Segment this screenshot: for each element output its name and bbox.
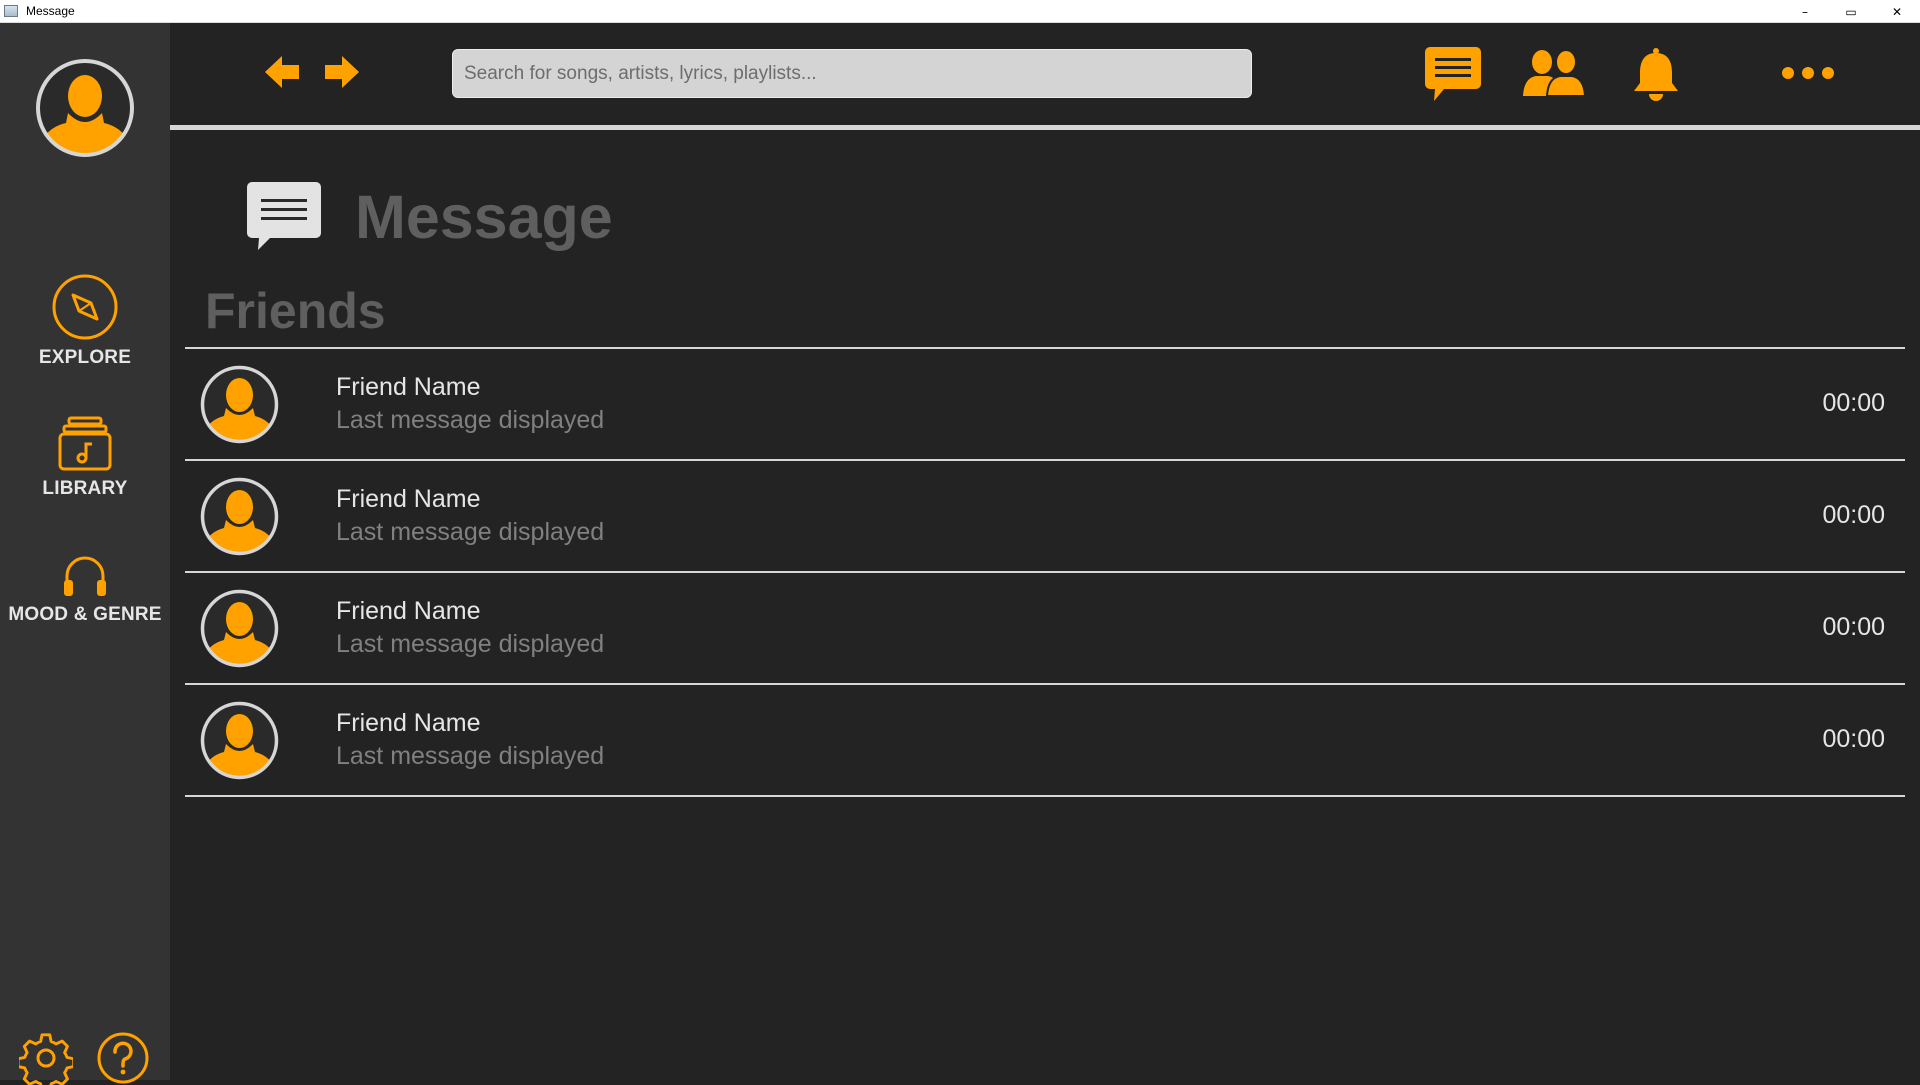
sidebar-item-explore[interactable]: EXPLORE bbox=[0, 273, 170, 369]
settings-gear-icon bbox=[19, 1033, 73, 1085]
avatar-icon bbox=[200, 365, 279, 444]
avatar-icon bbox=[200, 701, 279, 780]
app-icon bbox=[4, 5, 18, 17]
sidebar-item-label: EXPLORE bbox=[38, 347, 132, 368]
sidebar-item-label: LIBRARY bbox=[42, 478, 128, 499]
last-message: Last message displayed bbox=[336, 742, 605, 770]
friend-avatar bbox=[199, 588, 280, 669]
friends-icon bbox=[1523, 49, 1586, 97]
window-title-bar: Message – ▭ ✕ bbox=[0, 0, 1920, 23]
message-time: 00:00 bbox=[1822, 389, 1885, 417]
last-message: Last message displayed bbox=[336, 518, 605, 546]
back-button[interactable] bbox=[262, 52, 302, 92]
conversation-row[interactable]: Friend Name Last message displayed 00:00 bbox=[185, 573, 1905, 685]
search-input[interactable] bbox=[452, 49, 1252, 98]
notifications-button[interactable] bbox=[1632, 47, 1680, 101]
message-time: 00:00 bbox=[1822, 725, 1885, 753]
sidebar-item-mood-genre[interactable]: MOOD & GENRE bbox=[0, 554, 170, 626]
conversation-row[interactable]: Friend Name Last message displayed 00:00 bbox=[185, 685, 1905, 797]
messages-icon bbox=[1425, 47, 1481, 101]
last-message: Last message displayed bbox=[336, 630, 605, 658]
music-library-icon bbox=[58, 416, 112, 471]
message-time: 00:00 bbox=[1822, 613, 1885, 641]
friend-avatar bbox=[199, 700, 280, 781]
conversation-row[interactable]: Friend Name Last message displayed 00:00 bbox=[185, 461, 1905, 573]
section-title-friends: Friends bbox=[205, 283, 386, 339]
sidebar-item-library[interactable]: LIBRARY bbox=[0, 416, 170, 500]
user-avatar[interactable] bbox=[34, 57, 136, 159]
forward-arrow-icon bbox=[325, 56, 359, 88]
message-time: 00:00 bbox=[1822, 501, 1885, 529]
conversation-list: Friend Name Last message displayed 00:00… bbox=[185, 347, 1905, 797]
chat-bubble-icon bbox=[247, 182, 321, 250]
sidebar: EXPLORE LIBRARY MOOD & GENRE bbox=[0, 23, 170, 1085]
messages-button[interactable] bbox=[1424, 46, 1482, 102]
close-button[interactable]: ✕ bbox=[1874, 0, 1920, 23]
message-title-icon bbox=[246, 178, 326, 254]
avatar-icon bbox=[200, 589, 279, 668]
forward-button[interactable] bbox=[322, 52, 362, 92]
compass-icon bbox=[52, 274, 118, 340]
help-question-icon bbox=[97, 1032, 149, 1084]
page-title: Message bbox=[355, 183, 613, 251]
window-title: Message bbox=[26, 4, 75, 18]
back-arrow-icon bbox=[265, 56, 299, 88]
friend-avatar bbox=[199, 364, 280, 445]
friend-name: Friend Name bbox=[336, 373, 481, 401]
restore-button[interactable]: ▭ bbox=[1828, 0, 1874, 23]
headphones-icon bbox=[64, 556, 106, 596]
friends-button[interactable] bbox=[1522, 48, 1586, 98]
friend-name: Friend Name bbox=[336, 709, 481, 737]
avatar-icon bbox=[200, 477, 279, 556]
more-options-icon bbox=[1782, 67, 1834, 79]
friend-name: Friend Name bbox=[336, 485, 481, 513]
user-avatar-icon bbox=[36, 59, 134, 157]
settings-button[interactable] bbox=[19, 1031, 73, 1085]
notifications-bell-icon bbox=[1634, 48, 1678, 101]
more-options-button[interactable] bbox=[1780, 65, 1836, 81]
conversation-row[interactable]: Friend Name Last message displayed 00:00 bbox=[185, 349, 1905, 461]
sidebar-item-label: MOOD & GENRE bbox=[8, 604, 162, 625]
window-controls: – ▭ ✕ bbox=[1782, 0, 1920, 23]
friend-name: Friend Name bbox=[336, 597, 481, 625]
minimize-button[interactable]: – bbox=[1782, 0, 1828, 23]
help-button[interactable] bbox=[96, 1031, 150, 1085]
friend-avatar bbox=[199, 476, 280, 557]
top-bar-divider bbox=[170, 125, 1920, 130]
last-message: Last message displayed bbox=[336, 406, 605, 434]
